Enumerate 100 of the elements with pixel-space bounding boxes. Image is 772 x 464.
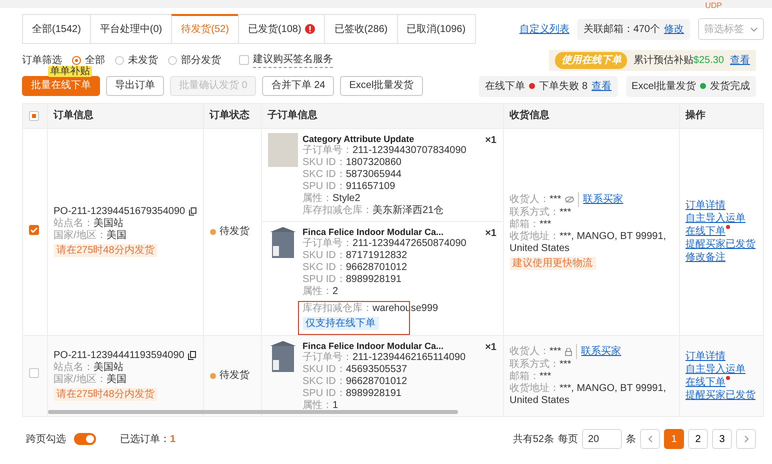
operation-link[interactable]: 自主导入运单 [686,213,746,224]
product-title: Category Attribute Update [302,132,416,144]
udp-label: UDP [705,2,722,8]
prev-page-button[interactable] [640,429,660,449]
row-checkbox[interactable] [29,368,39,378]
cabinet-icon [268,226,298,260]
action-button[interactable]: 导出订单 [106,76,164,96]
order-number: PO-211-12394451679354090 [54,206,186,218]
detail-line: 子订单号：211-12394462165114090 [302,352,466,364]
page-button[interactable]: 1 [664,429,684,449]
column-header: 操作 [686,110,706,122]
eye-off-icon[interactable] [565,196,574,203]
row-checkbox[interactable] [29,225,39,235]
selected-count: 已选订单：1 [120,432,176,446]
detail-line: SPU ID：8989928191 [302,274,402,286]
operation-link[interactable]: 自主导入运单 [686,364,746,374]
detail-line: SKU ID：1807320860 [302,156,402,168]
cabinet-icon [268,340,298,374]
operation-link[interactable]: 订单详情 [686,200,726,211]
detail-line: SKC ID：96628701012 [302,376,408,388]
detail-line: SKU ID：87171912832 [302,250,408,262]
receiver-line: 收货地址：***, MANGO, BT 99991, United States [510,383,668,407]
page-button[interactable]: 2 [688,429,708,449]
action-button[interactable]: Excel批量发货 [340,76,423,96]
status-dot [210,372,216,378]
subsidy-label: 累计预估补贴$25.30 [633,54,724,68]
receiver-line: 邮箱：*** [510,371,552,382]
receiver-line: 邮箱：*** [510,219,552,230]
unit-label: 条 [626,432,636,446]
copy-icon[interactable] [189,207,196,216]
filter-label: 订单筛选 [22,54,62,66]
select-all-checkbox[interactable] [29,111,39,122]
deadline-tag: 请在275时48分内发货 [54,244,158,256]
product-title: Finca Felice Indoor Modular Ca... [302,340,445,352]
tab[interactable]: 全部(1542) [22,14,90,44]
site-line: 站点名：美国站 [54,218,124,230]
contact-buyer-link[interactable]: 联系买家 [578,192,624,207]
region-line: 国家/地区：美国 [54,374,128,386]
tab[interactable]: 已发货(108) [238,14,324,44]
logistics-tag: 建议使用更快物流 [510,257,596,270]
photo-placeholder [268,132,298,166]
detail-line: 属性：Style2 [302,192,362,204]
quantity: ×1 [485,134,496,148]
detail-line: SPU ID：911657109 [302,180,396,192]
scrollbar[interactable] [48,410,458,414]
cross-page-label: 跨页勾选 [26,432,66,446]
detail-line: 子订单号：211-12394430707834090 [302,144,466,156]
chip-label: 在线下单 [485,80,526,94]
detail-line: SKC ID：96628701012 [302,262,408,274]
quantity: ×1 [485,226,496,240]
receiver-line: 收货人：*** [510,194,562,206]
order-number: PO-211-12394441193594090 [54,350,184,362]
cross-page-toggle[interactable] [74,433,96,445]
tab[interactable]: 待发货(52) [171,14,238,44]
page-size-select[interactable]: 20 [582,429,622,449]
online-only-tag: 仅支持在线下单 [302,316,378,330]
deadline-tag: 请在275时48分内发货 [54,388,158,400]
action-button[interactable]: 合并下单 24 [262,76,334,96]
operation-link[interactable]: 修改备注 [686,252,726,263]
view-link[interactable]: 查看 [730,52,750,68]
region-line: 国家/地区：美国 [54,230,128,242]
tab[interactable]: 平台处理中(0) [90,14,172,44]
receiver-line: 收货人：*** [510,346,562,358]
site-line: 站点名：美国站 [54,362,124,374]
chip-status: 发货完成 [710,80,750,94]
per-page-label: 每页 [558,432,578,446]
column-header: 子订单信息 [268,110,318,122]
radio-option[interactable]: 部分发货 [168,52,221,68]
column-header: 订单状态 [210,110,250,122]
order-status: 待发货 [220,224,250,239]
view-link[interactable]: 查看 [592,78,612,94]
radio-option[interactable]: 未发货 [115,52,158,68]
detail-line: 子订单号：211-12394472650874090 [302,238,466,250]
operation-link[interactable]: 订单详情 [686,350,726,362]
mailbox-label: 关联邮箱：470个 [583,22,660,36]
next-page-button[interactable] [736,429,756,449]
edit-link[interactable]: 修改 [664,22,684,36]
action-button[interactable]: 批量在线下单 [22,76,100,96]
lock-icon[interactable] [565,348,572,356]
contact-buyer-link[interactable]: 联系买家 [576,344,622,359]
receiver-line: 联系方式：*** [510,359,572,370]
operation-link[interactable]: 在线下单 [686,226,730,237]
detail-line: SKU ID：45693505537 [302,364,408,376]
order-status: 待发货 [220,368,250,383]
quantity: ×1 [485,340,496,354]
online-order-badge: 使用在线下单 [555,52,628,68]
chevron-left-icon [648,434,652,443]
custom-columns-link[interactable]: 自定义列表 [519,22,570,36]
tab[interactable]: 已取消(1096) [396,14,476,44]
operation-link[interactable]: 提醒买家已发货 [686,239,756,250]
operation-link[interactable]: 提醒买家已发货 [686,390,756,400]
total-count: 共有52条 [512,432,554,446]
page-button[interactable]: 3 [712,429,732,449]
detail-line: SPU ID：8989928191 [302,388,402,400]
detail-line: 属性：2 [302,286,340,298]
sign-service-checkbox[interactable]: 建议购买签名服务 [239,52,333,68]
status-dot [210,228,216,234]
operation-link[interactable]: 在线下单 [686,376,730,388]
tab[interactable]: 已签收(286) [324,14,397,44]
copy-icon[interactable] [188,351,196,360]
